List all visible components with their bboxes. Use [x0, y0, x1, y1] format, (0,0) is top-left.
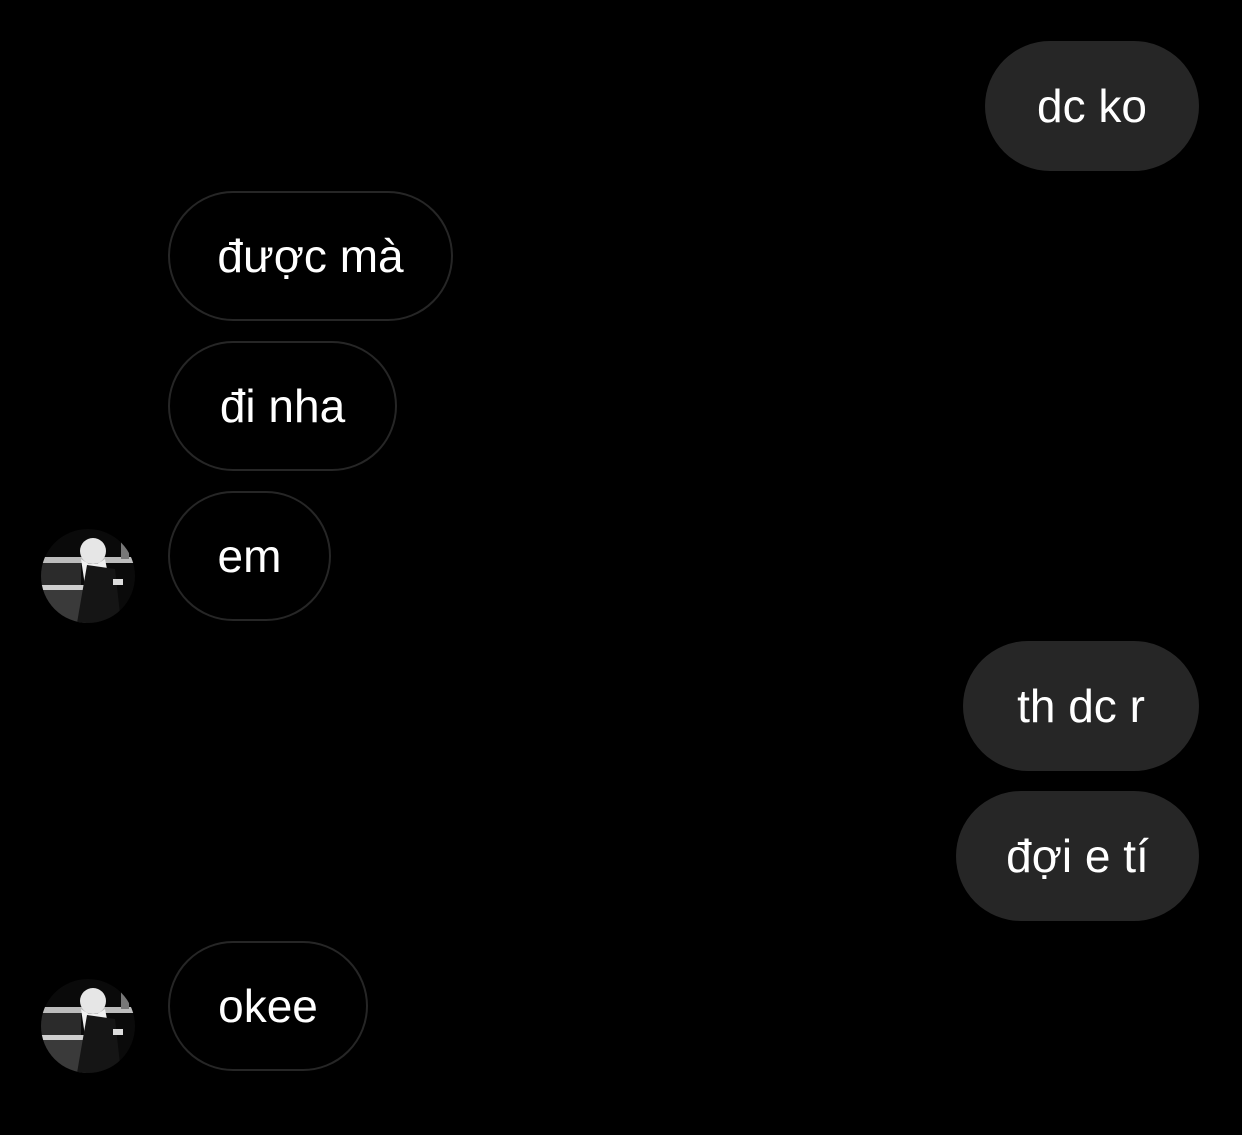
- message-bubble-outgoing[interactable]: đợi e tí: [956, 791, 1199, 921]
- message-bubble-outgoing[interactable]: dc ko: [985, 41, 1199, 171]
- message-text: dc ko: [1037, 80, 1147, 132]
- contact-avatar-icon[interactable]: [41, 979, 135, 1073]
- message-bubble-incoming[interactable]: được mà: [168, 191, 453, 321]
- message-bubble-outgoing[interactable]: th dc r: [963, 641, 1199, 771]
- message-bubble-incoming[interactable]: em: [168, 491, 331, 621]
- message-text: okee: [218, 980, 318, 1032]
- message-text: đi nha: [219, 380, 346, 432]
- message-bubble-incoming[interactable]: đi nha: [168, 341, 397, 471]
- message-bubble-incoming[interactable]: okee: [168, 941, 368, 1071]
- message-text: th dc r: [1017, 680, 1145, 732]
- message-text: em: [217, 530, 282, 582]
- message-text: đợi e tí: [1006, 830, 1149, 882]
- avatar-photo: [41, 529, 135, 623]
- message-text: được mà: [217, 230, 404, 282]
- avatar-photo: [41, 979, 135, 1073]
- contact-avatar-icon[interactable]: [41, 529, 135, 623]
